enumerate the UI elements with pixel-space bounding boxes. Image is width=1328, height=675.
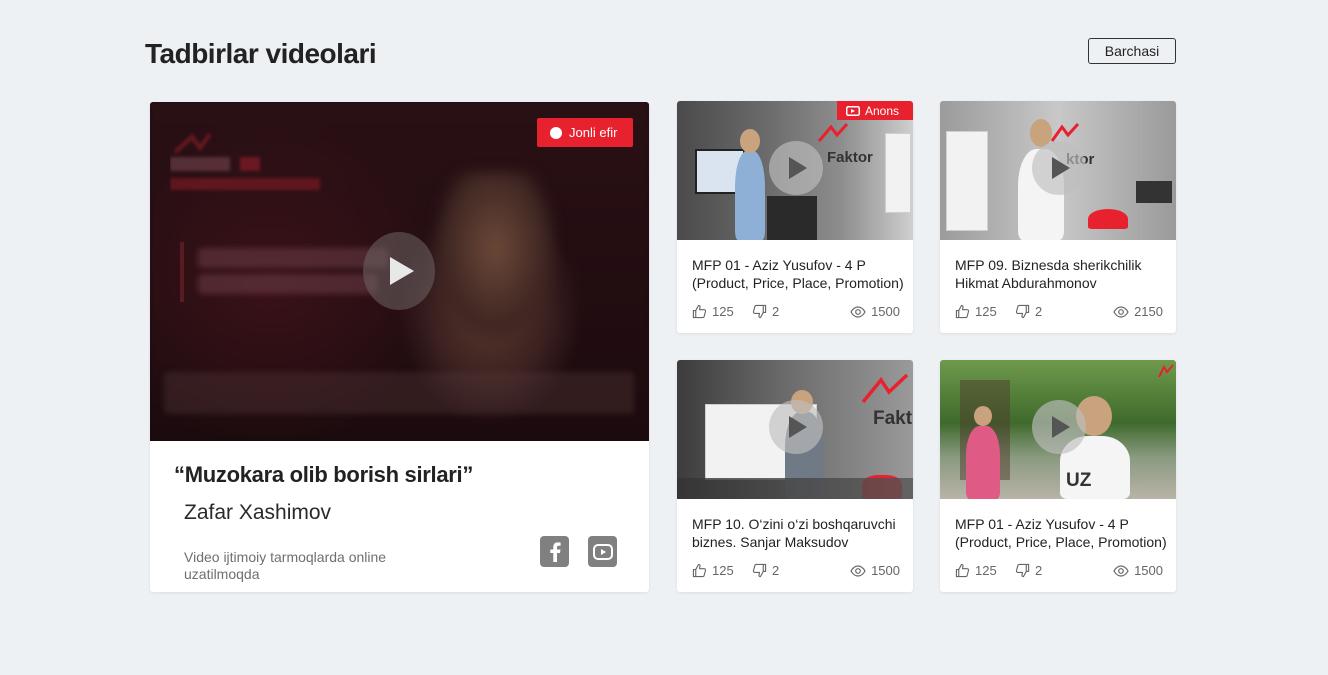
view-count: 1500 [850,304,900,319]
like-count[interactable]: 125 [955,304,997,319]
video-title: MFP 09. Biznesda sherikchilik Hikmat Abd… [955,257,1142,291]
thumbs-up-icon [692,563,707,578]
eye-icon [850,564,866,577]
view-all-button[interactable]: Barchasi [1088,38,1176,64]
play-button[interactable] [1032,141,1086,195]
like-count[interactable]: 125 [692,563,734,578]
view-count: 1500 [850,563,900,578]
video-card[interactable]: Faktor Anons MFP 01 - Aziz Yusufov - 4 P… [677,101,913,333]
thumbs-up-icon [955,304,970,319]
featured-title: “Muzokara olib borish sirlari” [174,462,474,487]
thumbs-up-icon [955,563,970,578]
video-card[interactable]: UZ MFP 01 - Aziz Yusufov - 4 P (Product,… [940,360,1176,592]
thumbs-up-icon [692,304,707,319]
dislike-count[interactable]: 2 [752,563,779,578]
video-thumbnail[interactable]: Fakt [677,360,913,499]
like-count[interactable]: 125 [955,563,997,578]
brand-label: Fakt [873,408,913,429]
like-count-value: 125 [975,563,997,578]
youtube-button[interactable] [588,536,617,567]
view-count-value: 1500 [871,563,900,578]
featured-note: Video ijtimoiy tarmoqlarda online uzatil… [184,549,387,582]
play-button[interactable] [1032,400,1086,454]
blurred-headline [180,242,388,302]
like-count[interactable]: 125 [692,304,734,319]
eye-icon [1113,564,1129,577]
live-dot-icon [550,126,562,139]
video-stats: 125 2 1500 [955,563,1163,579]
play-button[interactable] [769,141,823,195]
facebook-icon [549,541,561,562]
featured-video-thumbnail[interactable]: Jonli efir [150,102,649,441]
faktor-logo-icon [1158,364,1174,378]
dislike-count[interactable]: 2 [752,304,779,319]
dislike-count-value: 2 [1035,563,1043,578]
brand-label: Faktor [827,149,873,166]
video-stats: 125 2 2150 [955,304,1163,320]
dislike-count[interactable]: 2 [1015,304,1042,319]
youtube-icon [592,543,613,560]
blurred-info-bar [164,372,634,414]
view-count-value: 1500 [1134,563,1163,578]
dislike-count-value: 2 [772,304,780,319]
video-thumbnail[interactable]: UZ [940,360,1176,499]
video-title: MFP 10. O‘zini o‘zi boshqaruvchi biznes.… [692,516,896,550]
blurred-speaker [435,172,555,342]
view-count: 2150 [1113,304,1163,319]
eye-icon [850,305,866,318]
brand-label: UZ [1066,470,1092,491]
like-count-value: 125 [712,563,734,578]
dislike-count-value: 2 [772,563,780,578]
view-count-value: 1500 [871,304,900,319]
featured-video-card[interactable]: Jonli efir “Muzokara olib borish sirlari… [150,102,649,592]
video-title: MFP 01 - Aziz Yusufov - 4 P (Product, Pr… [692,257,904,291]
video-card[interactable]: ktor MFP 09. Biznesda sherikchilik Hikma… [940,101,1176,333]
play-icon [789,157,807,179]
play-icon [789,416,807,438]
video-stats: 125 2 1500 [692,563,900,579]
blurred-logo [170,132,320,190]
thumbs-down-icon [752,563,767,578]
faktor-logo-icon [1050,123,1080,142]
thumbs-down-icon [1015,304,1030,319]
dislike-count-value: 2 [1035,304,1043,319]
play-icon [1052,416,1070,438]
video-thumbnail[interactable]: ktor [940,101,1176,240]
video-title: MFP 01 - Aziz Yusufov - 4 P (Product, Pr… [955,516,1167,550]
view-count-value: 2150 [1134,304,1163,319]
play-button[interactable] [769,400,823,454]
live-badge: Jonli efir [537,118,633,147]
anons-label: Anons [865,103,900,118]
facebook-button[interactable] [540,536,569,567]
view-count: 1500 [1113,563,1163,578]
video-thumbnail[interactable]: Faktor Anons [677,101,913,240]
video-icon [846,105,860,116]
dislike-count[interactable]: 2 [1015,563,1042,578]
featured-speaker: Zafar Xashimov [184,501,332,524]
faktor-logo-icon [861,374,909,404]
play-icon [1052,157,1070,179]
eye-icon [1113,305,1129,318]
live-badge-label: Jonli efir [569,125,618,140]
video-stats: 125 2 1500 [692,304,900,320]
section-title: Tadbirlar videolari [145,38,377,69]
faktor-logo-icon [817,123,849,142]
video-card[interactable]: Fakt MFP 10. O‘zini o‘zi boshqaruvchi bi… [677,360,913,592]
play-icon [390,257,414,285]
play-button[interactable] [363,232,435,310]
thumbs-down-icon [752,304,767,319]
thumbs-down-icon [1015,563,1030,578]
like-count-value: 125 [712,304,734,319]
anons-badge: Anons [837,101,913,120]
like-count-value: 125 [975,304,997,319]
